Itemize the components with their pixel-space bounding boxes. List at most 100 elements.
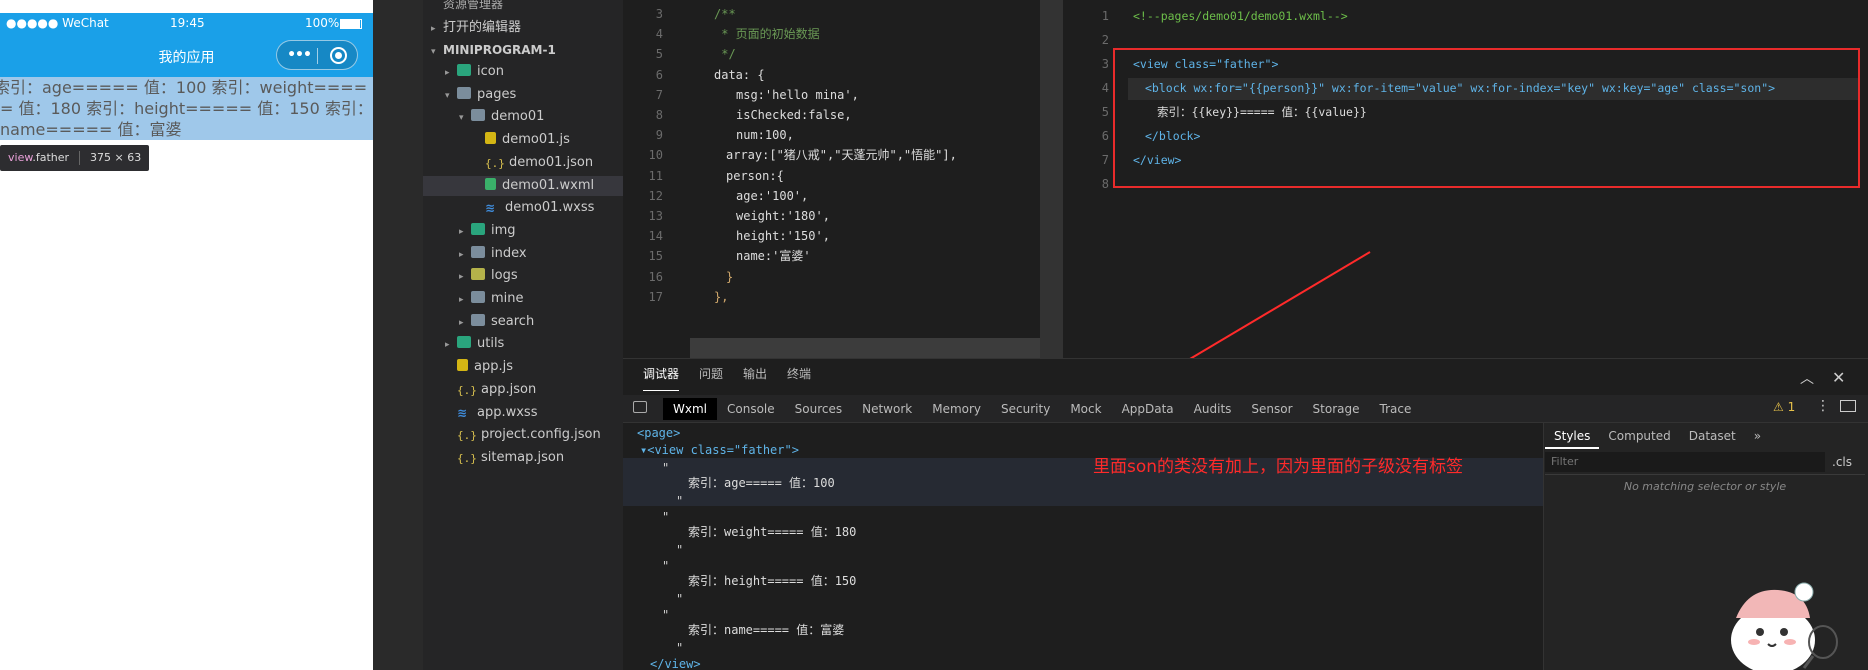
dom-text-quote[interactable]: " — [676, 541, 683, 559]
styles-filter-input[interactable] — [1545, 452, 1825, 472]
chevron-right-icon: ▸ — [459, 226, 464, 237]
project-section[interactable]: ▾ MINIPROGRAM-1 — [431, 40, 623, 60]
tree-item-label: app.js — [474, 359, 513, 375]
tree-item[interactable]: ≋ app.wxss — [423, 403, 623, 423]
tooltip-tag: view — [8, 151, 33, 164]
tree-item-label: pages — [477, 86, 517, 102]
tab-sensor[interactable]: Sensor — [1241, 398, 1302, 420]
warning-icon: ⚠ — [1773, 400, 1784, 414]
annotation-text: 里面son的类没有加上，因为里面的子级没有标签 — [1093, 457, 1464, 477]
view-father[interactable]: 索引：age===== 值：100 索引：weight===== 值：180 索… — [0, 77, 373, 140]
tree-item[interactable]: demo01.js — [423, 130, 623, 150]
tree-item-label: search — [491, 313, 535, 329]
dom-text-quote[interactable]: " — [662, 508, 669, 526]
tab-terminal[interactable]: 终端 — [787, 365, 811, 391]
open-editors-label: 打开的编辑器 — [443, 20, 522, 35]
dom-text-quote[interactable]: " — [662, 557, 669, 575]
tab-sources[interactable]: Sources — [785, 398, 852, 420]
no-matching-message: No matching selector or style — [1623, 480, 1787, 493]
tree-item[interactable]: {.} app.json — [423, 380, 623, 400]
folder-icon — [471, 268, 485, 281]
tab-wxml[interactable]: Wxml — [663, 398, 717, 420]
tree-item[interactable]: ▸ utils — [423, 334, 623, 354]
folder-icon — [471, 245, 485, 258]
tree-item[interactable]: demo01.wxml — [423, 175, 623, 196]
tab-styles[interactable]: Styles — [1545, 423, 1600, 449]
js-file-icon — [485, 132, 496, 145]
tree-item[interactable]: {.} sitemap.json — [423, 448, 623, 468]
inspect-icon[interactable] — [633, 401, 647, 413]
tree-item[interactable]: ▸ mine — [423, 289, 623, 309]
dock-icon[interactable] — [1840, 400, 1856, 412]
warning-count[interactable]: ⚠ 1 — [1773, 400, 1795, 414]
element-tooltip: view.father 375 × 63 — [0, 145, 150, 171]
line-number: 2 — [1101, 33, 1109, 47]
tab-console[interactable]: Console — [717, 398, 785, 420]
chevron-right-icon: ▸ — [459, 272, 464, 283]
status-time: 19:45 — [170, 16, 205, 30]
tree-item-label: app.json — [481, 381, 537, 397]
chevron-down-icon: ▾ — [445, 90, 450, 101]
wxss-file-icon: ≋ — [485, 201, 496, 216]
tab-debugger[interactable]: 调试器 — [643, 365, 680, 391]
dom-text-node[interactable]: 索引：weight===== 值：180 — [688, 523, 856, 541]
tree-item[interactable]: ▸ index — [423, 244, 623, 264]
tree-item-label: demo01.json — [509, 154, 594, 170]
tab-output[interactable]: 输出 — [743, 365, 767, 391]
dom-text-quote[interactable]: " — [676, 492, 683, 510]
tab-mock[interactable]: Mock — [1060, 398, 1111, 420]
tab-computed[interactable]: Computed — [1599, 423, 1679, 449]
tab-problems[interactable]: 问题 — [699, 365, 723, 391]
line-number: 4 — [1101, 81, 1109, 95]
tree-item[interactable]: app.js — [423, 357, 623, 377]
dom-text-quote[interactable]: " — [676, 590, 683, 608]
more-vertical-icon[interactable]: ⋮ — [1816, 398, 1830, 414]
tree-item[interactable]: ▸ icon — [423, 62, 623, 82]
maximize-icon[interactable]: ︿ — [1800, 368, 1814, 388]
tree-item[interactable]: {.} project.config.json — [423, 425, 623, 445]
dom-view-node[interactable]: ▾<view class="father"> — [640, 441, 799, 459]
tree-item[interactable]: ▸ logs — [423, 266, 623, 286]
tree-item[interactable]: ▾ pages — [423, 85, 623, 105]
nav-bar: 我的应用 ••• — [0, 35, 373, 77]
wxml-file-icon — [485, 177, 496, 190]
project-label: MINIPROGRAM-1 — [443, 43, 556, 57]
tree-item[interactable]: ▸ search — [423, 312, 623, 332]
tab-audits[interactable]: Audits — [1184, 398, 1242, 420]
folder-icon — [471, 291, 485, 303]
open-editors-section[interactable]: ▸ 打开的编辑器 — [431, 18, 623, 38]
dom-text-node[interactable]: 索引：name===== 值：富婆 — [688, 621, 844, 639]
tree-item[interactable]: ▸ img — [423, 221, 623, 241]
close-icon[interactable]: ✕ — [1832, 368, 1845, 387]
tree-item-label: logs — [491, 268, 518, 284]
tree-item[interactable]: {.} demo01.json — [423, 153, 623, 173]
more-icon[interactable]: ••• — [285, 47, 313, 63]
tab-network[interactable]: Network — [852, 398, 922, 420]
folder-icon — [457, 336, 471, 349]
tree-item-label: demo01 — [491, 109, 545, 125]
dom-text-node[interactable]: 索引：height===== 值：150 — [688, 572, 856, 590]
close-capsule-icon[interactable] — [330, 47, 347, 64]
tab-memory[interactable]: Memory — [922, 398, 991, 420]
dom-text-quote[interactable]: " — [662, 606, 669, 624]
tree-item[interactable]: ≋ demo01.wxss — [423, 198, 623, 218]
json-file-icon: {.} — [457, 451, 477, 465]
capsule-menu[interactable]: ••• — [276, 40, 358, 70]
tree-item[interactable]: ▾ demo01 — [423, 107, 623, 127]
tab-security[interactable]: Security — [991, 398, 1060, 420]
folder-icon — [471, 222, 485, 235]
chevron-right-icon: ▸ — [459, 317, 464, 328]
dom-text-quote[interactable]: " — [662, 459, 669, 477]
folder-icon — [471, 109, 485, 122]
tree-item-label: demo01.wxss — [505, 200, 595, 216]
dom-view-close[interactable]: </view> — [650, 655, 701, 670]
tab-dataset[interactable]: Dataset — [1680, 423, 1745, 449]
more-tabs-icon[interactable]: » — [1745, 423, 1770, 449]
tab-storage[interactable]: Storage — [1303, 398, 1370, 420]
dom-page-node[interactable]: <page> — [637, 424, 680, 442]
cls-toggle[interactable]: .cls — [1832, 455, 1852, 469]
tab-appdata[interactable]: AppData — [1112, 398, 1184, 420]
tab-trace[interactable]: Trace — [1370, 398, 1422, 420]
dom-text-node[interactable]: 索引：age===== 值：100 — [688, 474, 835, 492]
panel-tabs: 调试器 问题 输出 终端 — [623, 365, 811, 391]
